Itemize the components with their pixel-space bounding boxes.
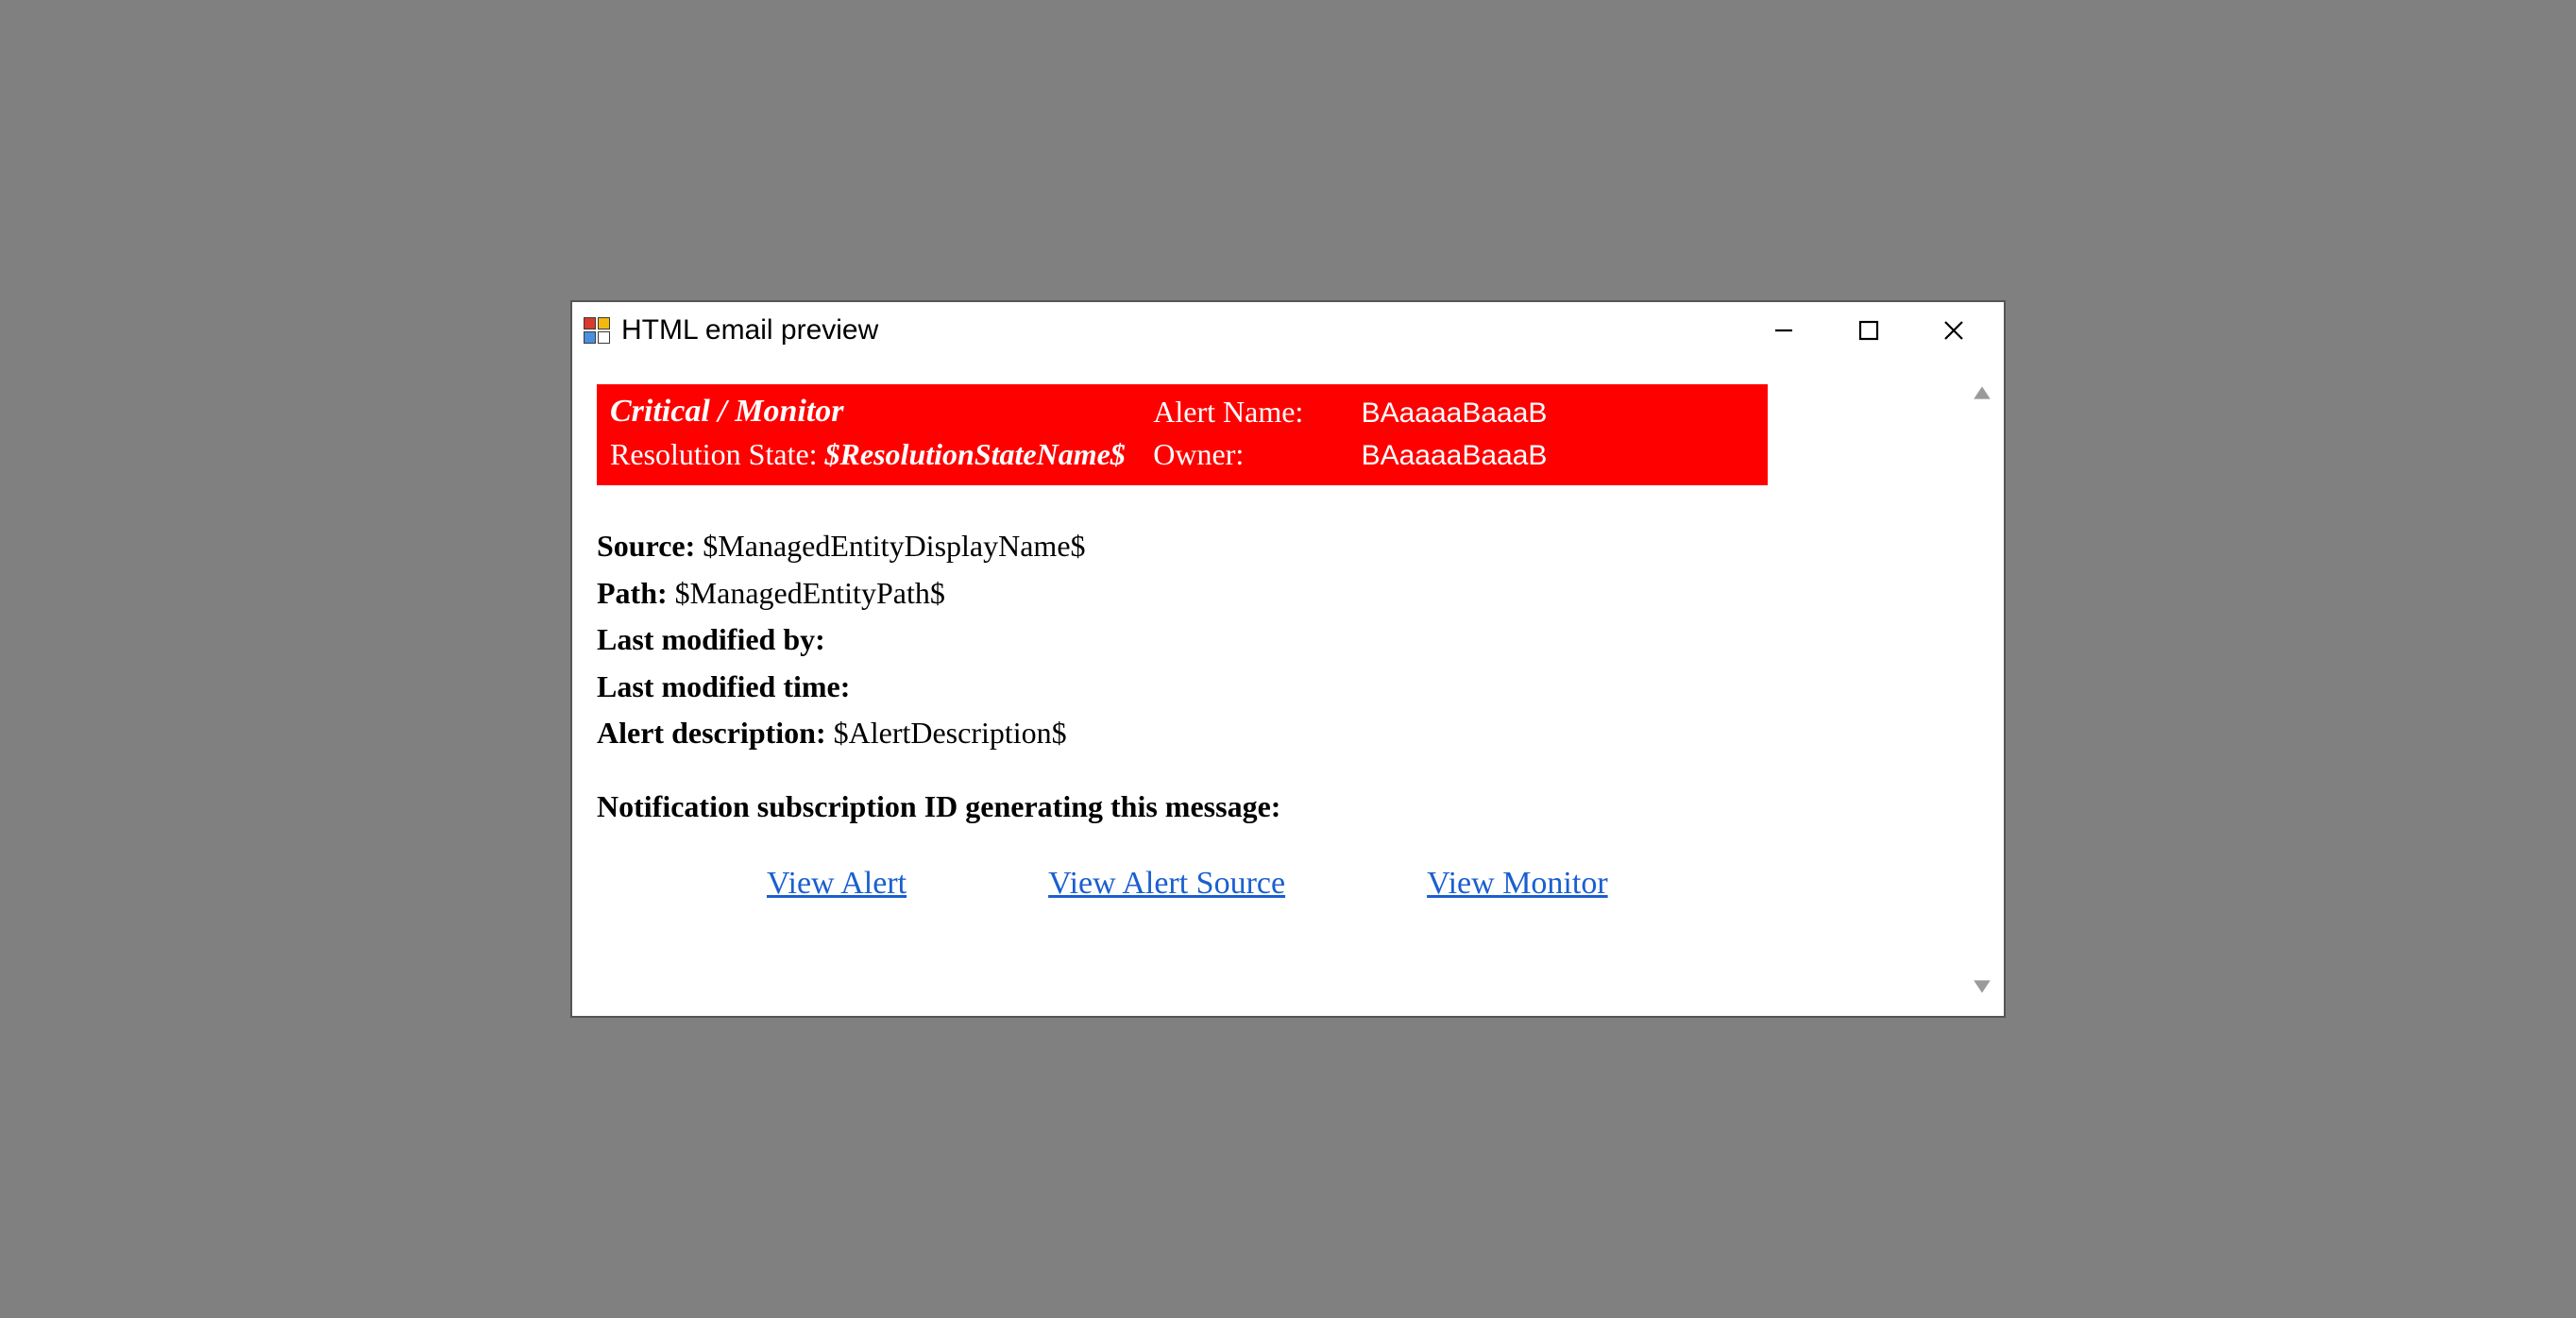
view-alert-link[interactable]: View Alert <box>767 866 907 902</box>
client-area: Critical / Monitor Alert Name: BAaaaaBaa… <box>572 360 2004 1016</box>
path-value: $ManagedEntityPath$ <box>675 576 945 610</box>
app-icon <box>584 317 610 344</box>
action-links: View Alert View Alert Source View Monito… <box>597 866 1768 902</box>
close-button[interactable] <box>1911 307 1996 354</box>
owner-label: Owner: <box>1153 437 1244 471</box>
alert-description-value: $AlertDescription$ <box>834 716 1067 750</box>
severity-source: Critical / Monitor <box>610 394 844 429</box>
maximize-button[interactable] <box>1826 307 1911 354</box>
alert-header: Critical / Monitor Alert Name: BAaaaaBaa… <box>597 384 1768 485</box>
alert-name-label: Alert Name: <box>1153 395 1303 429</box>
window-controls <box>1741 307 1996 354</box>
alert-description-label: Alert description: <box>597 716 826 750</box>
view-monitor-link[interactable]: View Monitor <box>1427 866 1608 902</box>
last-modified-by-label: Last modified by: <box>597 622 825 656</box>
alert-name-value: BAaaaaBaaaB <box>1362 397 1548 429</box>
resolution-state-label: Resolution State: <box>610 437 818 471</box>
owner-value: BAaaaaBaaaB <box>1362 440 1548 471</box>
scroll-up-icon[interactable] <box>1970 380 1994 405</box>
alert-body: Source: $ManagedEntityDisplayName$ Path:… <box>597 523 1768 757</box>
window-title: HTML email preview <box>621 314 878 346</box>
preview-window: HTML email preview <box>570 300 2006 1018</box>
minimize-button[interactable] <box>1741 307 1826 354</box>
resolution-state-value: $ResolutionStateName$ <box>825 437 1126 471</box>
titlebar: HTML email preview <box>572 302 2004 360</box>
path-label: Path: <box>597 576 668 610</box>
last-modified-time-label: Last modified time: <box>597 669 850 703</box>
source-label: Source: <box>597 529 695 563</box>
scroll-down-icon[interactable] <box>1970 974 1994 999</box>
view-alert-source-link[interactable]: View Alert Source <box>1048 866 1285 902</box>
source-value: $ManagedEntityDisplayName$ <box>703 529 1085 563</box>
subscription-id-label: Notification subscription ID generating … <box>597 789 1280 823</box>
